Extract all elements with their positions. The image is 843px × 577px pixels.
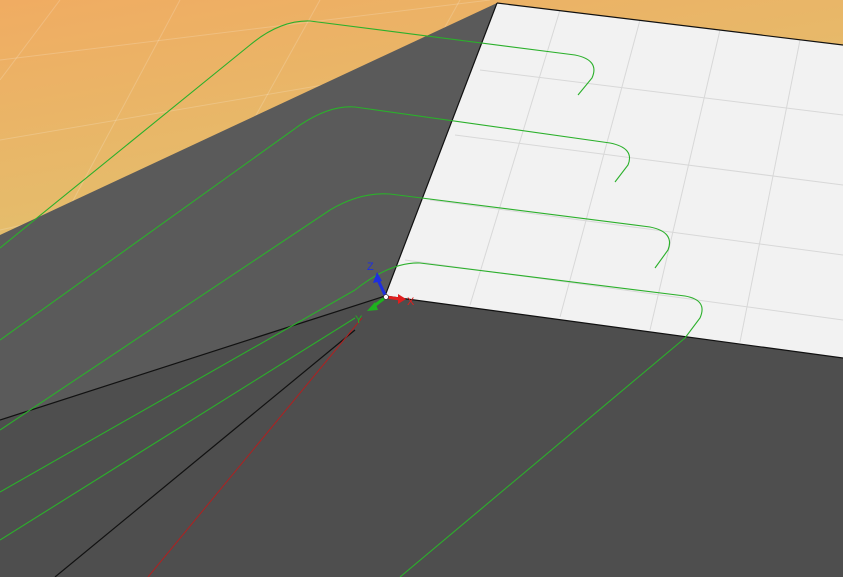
scene-canvas[interactable]: X Z Y xyxy=(0,0,843,577)
triad-z-label: Z xyxy=(367,261,374,273)
triad-origin xyxy=(383,294,389,300)
triad-x-label: X xyxy=(407,296,415,308)
triad-y-label: Y xyxy=(355,314,363,326)
3d-viewport[interactable]: X Z Y xyxy=(0,0,843,577)
